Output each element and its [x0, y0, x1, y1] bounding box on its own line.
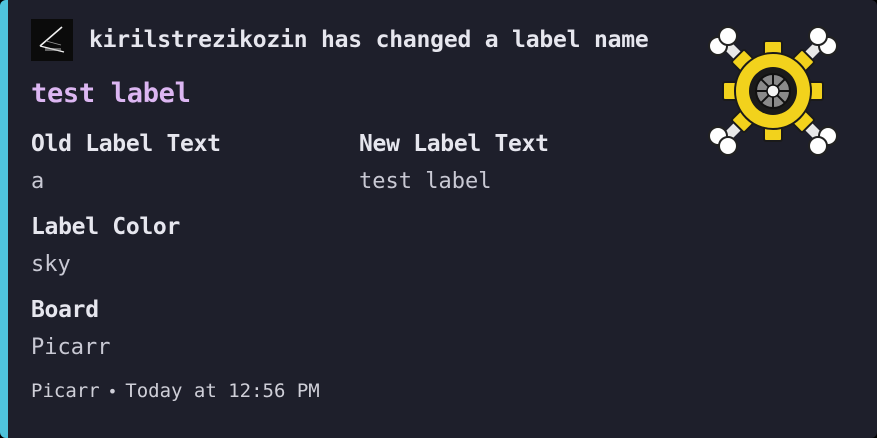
skull-gear-icon[interactable] — [706, 24, 840, 158]
field-name-board: Board — [31, 297, 99, 323]
field-name-new-label-text: New Label Text — [359, 131, 549, 157]
field-value-label-color: sky — [31, 252, 71, 277]
embed-accent-bar — [0, 0, 8, 438]
embed-title: test label — [31, 78, 191, 109]
embed-author-name[interactable]: kirilstrezikozin has changed a label nam… — [89, 27, 649, 53]
field-value-old-label-text: a — [31, 169, 45, 194]
field-value-board: Picarr — [31, 335, 111, 360]
footer-source: Picarr — [31, 380, 100, 402]
message-embed: kirilstrezikozin has changed a label nam… — [0, 0, 877, 438]
embed-footer: Picarr • Today at 12:56 PM — [31, 380, 320, 402]
field-name-old-label-text: Old Label Text — [31, 131, 221, 157]
footer-separator: • — [107, 381, 118, 401]
kubectl-avatar-icon[interactable] — [31, 19, 73, 61]
footer-timestamp[interactable]: Today at 12:56 PM — [125, 380, 319, 402]
field-name-label-color: Label Color — [31, 214, 181, 240]
embed-author: kirilstrezikozin has changed a label nam… — [31, 19, 649, 61]
field-value-new-label-text: test label — [359, 169, 492, 194]
